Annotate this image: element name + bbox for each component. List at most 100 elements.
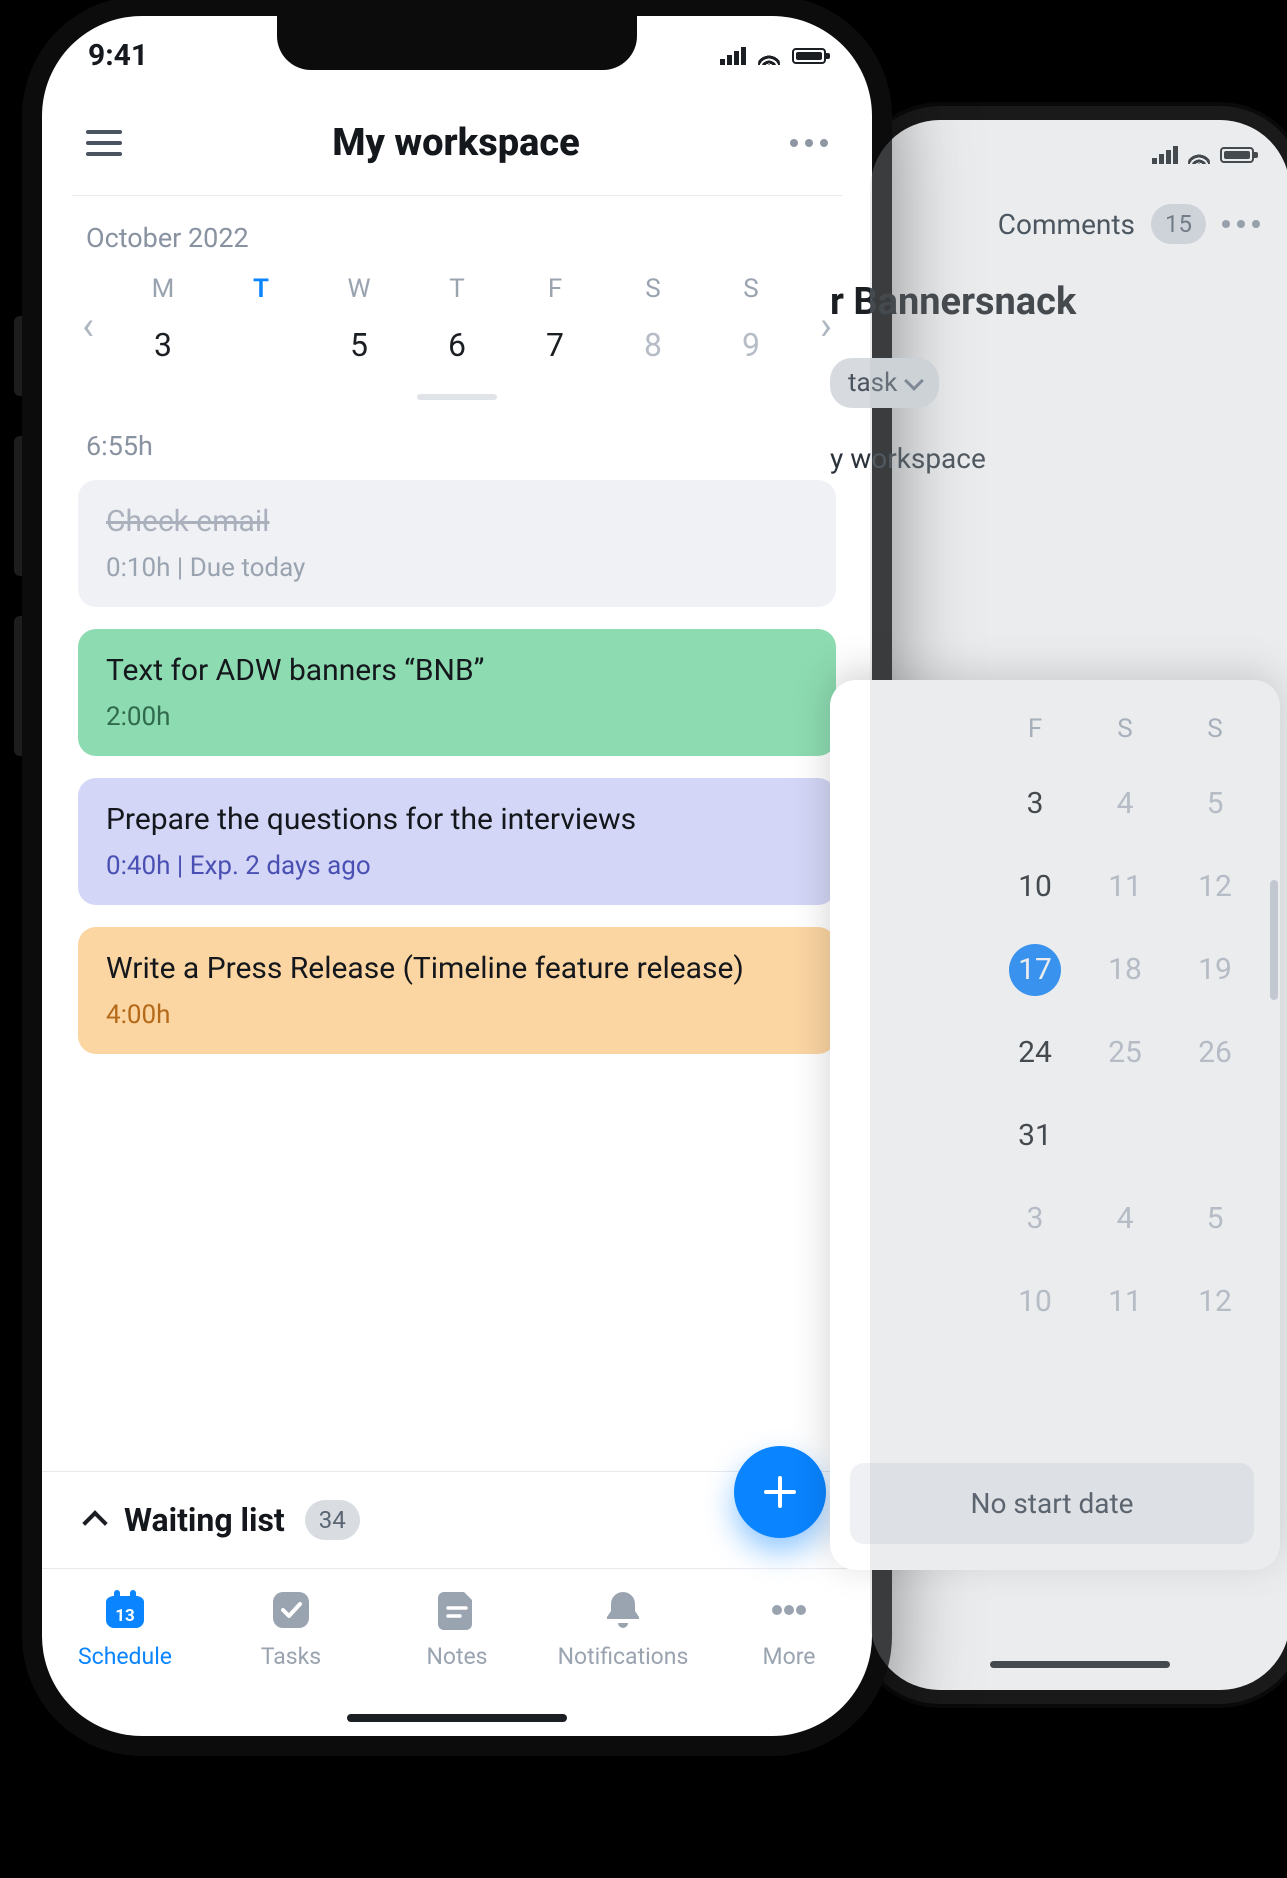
no-start-date-button[interactable]: No start date [850, 1463, 1254, 1544]
task-meta: 0:10h | Due today [106, 553, 808, 583]
task-type-label: task [848, 368, 897, 398]
chevron-up-icon [82, 1510, 107, 1535]
wifi-icon [1188, 146, 1210, 164]
battery-icon [1220, 147, 1254, 163]
day-cell[interactable]: 26 [1170, 1011, 1260, 1094]
task-meta: 4:00h [106, 1000, 808, 1030]
day-cell[interactable]: 9 [702, 312, 800, 386]
volume-up-button [14, 436, 22, 576]
day-cell[interactable]: 8 [604, 312, 702, 386]
add-button[interactable] [734, 1446, 826, 1538]
day-cell[interactable]: 3 [990, 1177, 1080, 1260]
home-indicator [990, 1661, 1170, 1668]
weekday-label: S [702, 266, 800, 312]
dots-icon [765, 1587, 813, 1633]
home-indicator [347, 1714, 567, 1722]
more-icon[interactable] [790, 139, 828, 147]
day-cell[interactable]: 10 [990, 845, 1080, 928]
notch [277, 16, 637, 70]
tab-tasks[interactable]: Tasks [208, 1587, 374, 1670]
plus-icon [760, 1472, 800, 1512]
tab-notifications[interactable]: Notifications [540, 1587, 706, 1670]
status-time: 9:41 [88, 38, 148, 73]
bell-icon [599, 1587, 647, 1633]
day-cell[interactable]: 5 [1170, 762, 1260, 845]
weekday-label: S [1170, 706, 1260, 762]
tab-notes[interactable]: Notes [374, 1587, 540, 1670]
day-cell[interactable]: 7 [506, 312, 604, 386]
tab-label: Notifications [558, 1643, 689, 1670]
tab-label: Notes [426, 1643, 487, 1670]
day-cell[interactable]: 11 [1080, 1260, 1170, 1343]
scrollbar[interactable] [1270, 880, 1278, 1000]
task-title: Write a Press Release (Timeline feature … [106, 951, 808, 986]
task-card[interactable]: Prepare the questions for the interviews… [78, 778, 836, 905]
workspace-label: y workspace [830, 442, 1287, 475]
task-card[interactable]: Text for ADW banners “BNB” 2:00h [78, 629, 836, 756]
weekday-label: S [1080, 706, 1170, 762]
check-icon [267, 1587, 315, 1633]
signal-icon [720, 47, 746, 65]
weekday-label: F [506, 266, 604, 312]
day-cell [1080, 1094, 1170, 1177]
comments-count-badge: 15 [1151, 204, 1206, 244]
day-cell[interactable]: 12 [1170, 845, 1260, 928]
tab-more[interactable]: More [706, 1587, 872, 1670]
task-title: r Bannersnack [830, 244, 1287, 324]
status-bar [870, 120, 1287, 164]
task-card[interactable]: Check email 0:10h | Due today [78, 480, 836, 607]
day-cell[interactable]: 25 [1080, 1011, 1170, 1094]
tab-schedule[interactable]: 13Schedule [42, 1587, 208, 1670]
weekday-label: W [310, 266, 408, 312]
task-meta: 0:40h | Exp. 2 days ago [106, 851, 808, 881]
weekday-label: T [212, 266, 310, 312]
task-meta: 2:00h [106, 702, 808, 732]
tab-label: More [763, 1643, 816, 1670]
day-cell[interactable]: 3 [114, 312, 212, 386]
day-cell[interactable]: 12 [1170, 1260, 1260, 1343]
month-label: October 2022 [42, 196, 872, 266]
comments-label[interactable]: Comments [998, 208, 1135, 241]
background-phone: Comments 15 r Bannersnack task y workspa… [870, 120, 1287, 1690]
day-cell[interactable]: 19 [1170, 928, 1260, 1011]
calendar-icon: 13 [101, 1587, 149, 1633]
day-cell[interactable]: 11 [1080, 845, 1170, 928]
task-type-pill[interactable]: task [830, 358, 939, 408]
day-cell[interactable]: 31 [990, 1094, 1080, 1177]
note-icon [433, 1587, 481, 1633]
tab-label: Tasks [261, 1643, 321, 1670]
svg-text:13: 13 [115, 1606, 135, 1626]
day-cell[interactable]: 10 [990, 1260, 1080, 1343]
waiting-list-count: 34 [305, 1500, 360, 1540]
weekday-label: F [990, 706, 1080, 762]
day-cell[interactable]: 4 [1080, 762, 1170, 845]
day-cell[interactable]: 4 [1080, 1177, 1170, 1260]
weekday-label: S [604, 266, 702, 312]
prev-week-button[interactable]: ‹ [68, 306, 108, 346]
weekday-label: M [114, 266, 212, 312]
tab-bar: 13Schedule Tasks Notes Notifications More [42, 1568, 872, 1736]
waiting-list-label: Waiting list [124, 1501, 285, 1539]
day-cell[interactable]: 24 [990, 1011, 1080, 1094]
day-cell[interactable]: 5 [1170, 1177, 1260, 1260]
task-title: Prepare the questions for the interviews [106, 802, 808, 837]
more-icon[interactable] [1222, 220, 1260, 228]
foreground-phone: 9:41 My workspace October 2022 ‹ MTWTFSS… [22, 0, 892, 1756]
signal-icon [1152, 146, 1178, 164]
wifi-icon [758, 47, 780, 65]
day-cell[interactable]: 5 [310, 312, 408, 386]
day-cell [1170, 1094, 1260, 1177]
task-card[interactable]: Write a Press Release (Timeline feature … [78, 927, 836, 1054]
date-picker-sheet: FSS 34510111217181924252631345101112 No … [830, 680, 1280, 1570]
menu-icon[interactable] [86, 130, 122, 156]
day-cell[interactable]: 4 [212, 312, 310, 386]
day-cell[interactable]: 18 [1080, 928, 1170, 1011]
day-cell[interactable]: 6 [408, 312, 506, 386]
page-title: My workspace [332, 121, 580, 165]
day-cell[interactable]: 3 [990, 762, 1080, 845]
task-title: Check email [106, 504, 808, 539]
day-cell[interactable]: 17 [990, 928, 1080, 1011]
task-title: Text for ADW banners “BNB” [106, 653, 808, 688]
weekday-label: T [408, 266, 506, 312]
total-hours: 6:55h [42, 400, 872, 480]
